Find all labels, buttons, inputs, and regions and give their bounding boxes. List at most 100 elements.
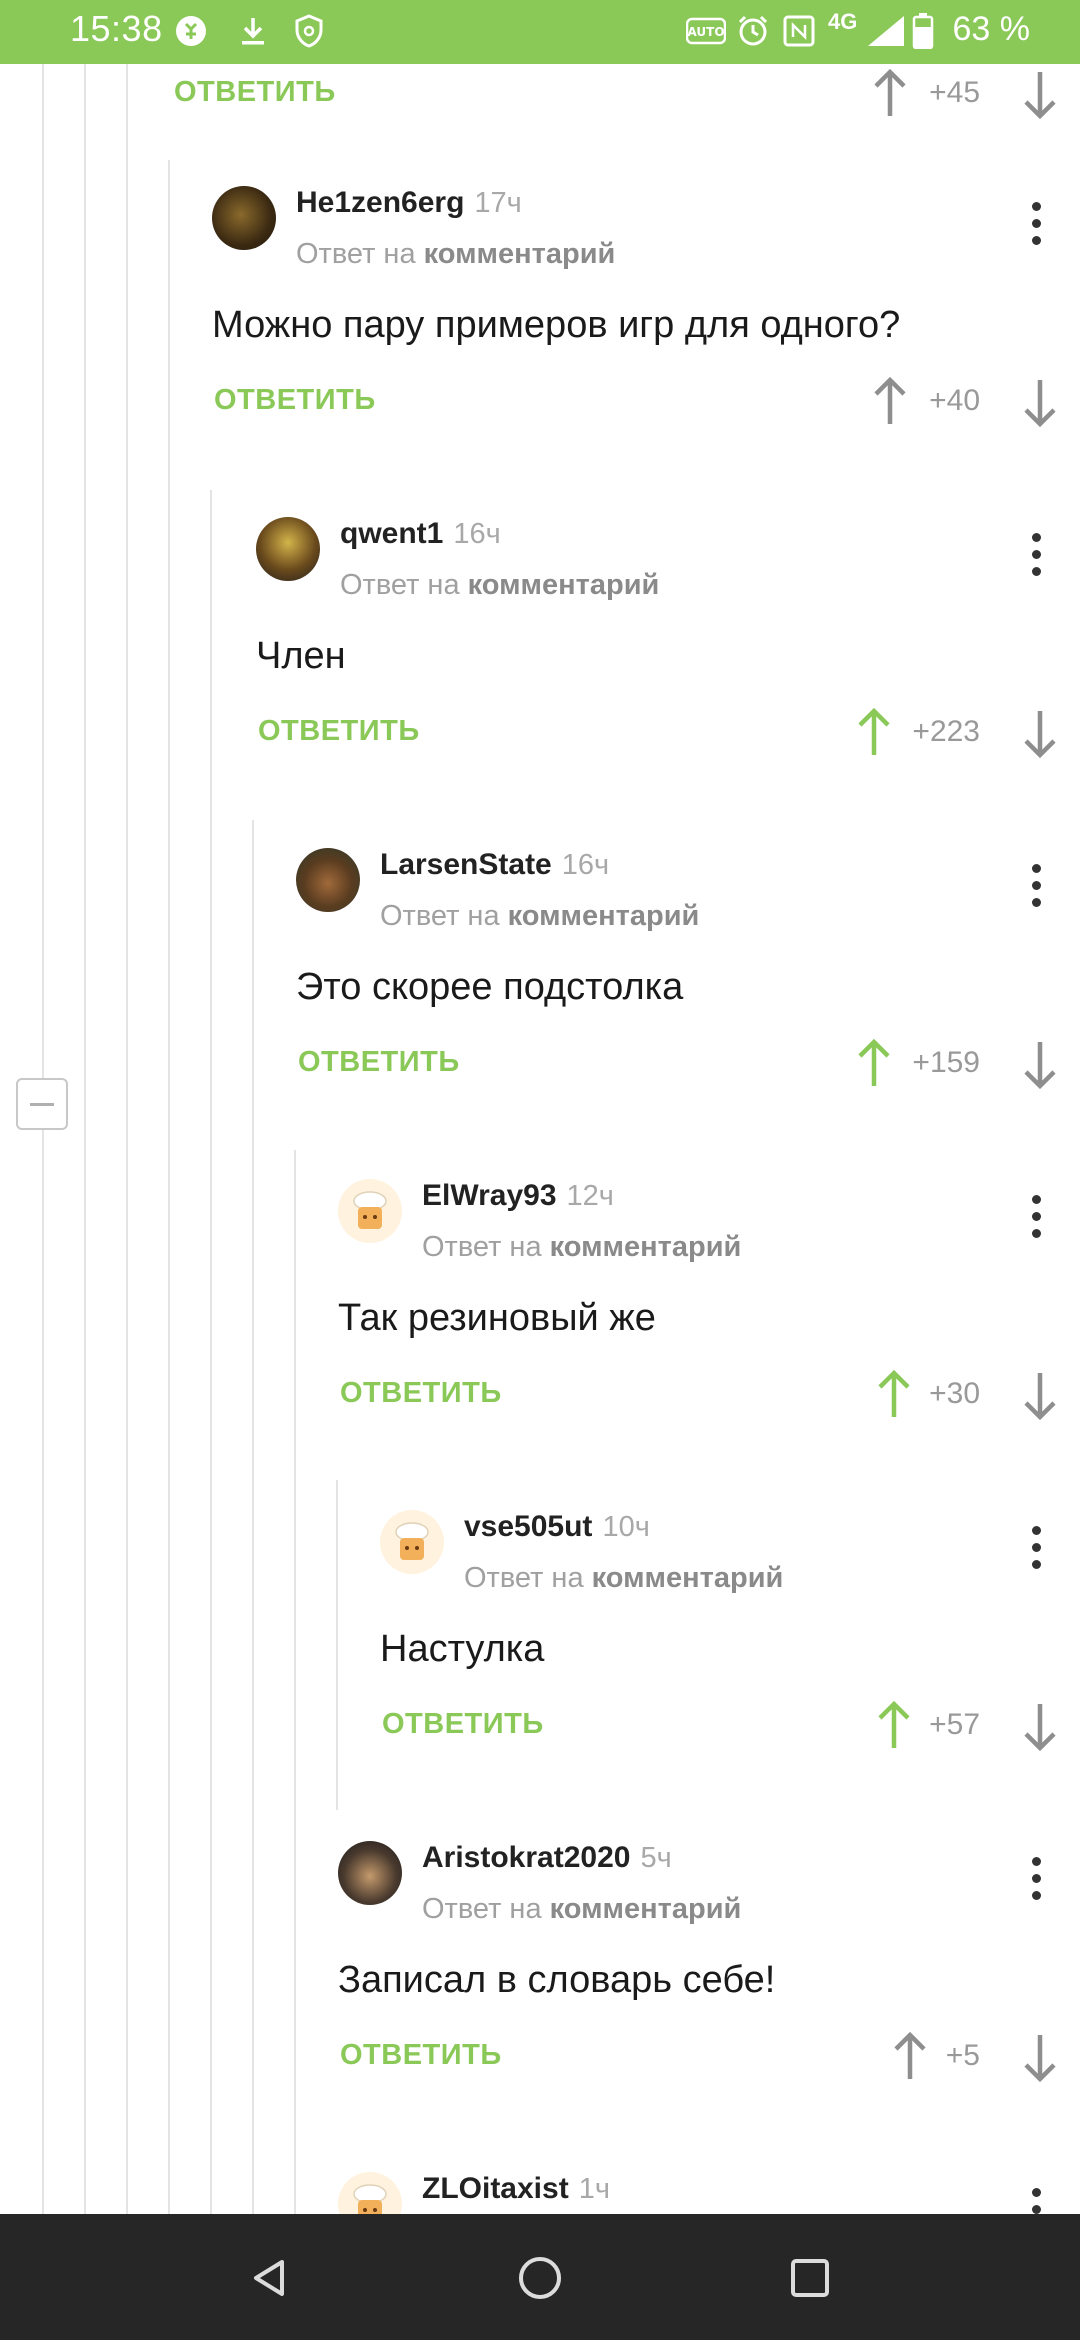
upvote-icon[interactable] (854, 703, 894, 763)
more-options-icon[interactable] (1032, 533, 1042, 577)
status-bar: 15:38 AUTO 4G 63 % (0, 0, 1080, 64)
upvote-icon[interactable] (890, 2027, 930, 2087)
downvote-icon[interactable] (1020, 703, 1060, 763)
comment-time: 1ч (578, 2173, 610, 2205)
comment-time: 16ч (561, 849, 610, 881)
comment-time: 5ч (640, 1842, 672, 1874)
reply-target-link[interactable]: комментарий (550, 1893, 742, 1925)
reply-target-link[interactable]: комментарий (550, 1231, 742, 1263)
collapse-thread-button[interactable] (16, 1078, 68, 1130)
reply-to-line: Ответ на комментарий (464, 1562, 783, 1595)
battery-percent: 63 % (952, 10, 1031, 48)
downvote-icon[interactable] (1020, 1034, 1060, 1094)
author-label[interactable]: LarsenState (380, 848, 552, 881)
reply-to-line: Ответ на комментарий (340, 569, 659, 602)
author-label[interactable]: He1zen6erg (296, 186, 464, 219)
author-name[interactable]: ElWray93 12ч (422, 1179, 614, 1213)
author-label[interactable]: ElWray93 (422, 1179, 557, 1212)
avatar[interactable] (296, 848, 360, 912)
downvote-icon[interactable] (1020, 372, 1060, 432)
author-label[interactable]: qwent1 (340, 517, 443, 550)
thread-line (252, 820, 254, 2214)
reply-button[interactable]: ОТВЕТИТЬ (214, 384, 376, 417)
more-options-icon[interactable] (1032, 1195, 1042, 1239)
vote-controls: +45 (830, 64, 1080, 124)
comment-text: Можно пару примеров игр для одного? (212, 304, 901, 346)
reply-prefix: Ответ на (340, 569, 460, 601)
vote-controls: +30 (830, 1365, 1080, 1425)
avatar[interactable] (380, 1510, 444, 1574)
reply-to-line: Ответ на комментарий (422, 1893, 741, 1926)
more-options-icon[interactable] (1032, 1526, 1042, 1570)
upvote-icon[interactable] (874, 1365, 914, 1425)
comment-text: Настулка (380, 1628, 545, 1670)
vote-controls: +223 (830, 703, 1080, 763)
author-name[interactable]: Aristokrat2020 5ч (422, 1841, 672, 1875)
vote-controls: +5 (830, 2027, 1080, 2087)
reply-target-link[interactable]: комментарий (424, 238, 616, 270)
avatar[interactable] (212, 186, 276, 250)
reply-to-line: Ответ на комментарий (380, 900, 699, 933)
reply-target-link[interactable]: комментарий (592, 1562, 784, 1594)
author-label[interactable]: ZLOitaxist (422, 2172, 569, 2205)
avatar[interactable] (256, 517, 320, 581)
avatar[interactable] (338, 1841, 402, 1905)
avatar[interactable] (338, 1179, 402, 1243)
more-options-icon[interactable] (1032, 864, 1042, 908)
vote-score: +223 (912, 715, 980, 748)
upvote-icon[interactable] (854, 1034, 894, 1094)
reply-button[interactable]: ОТВЕТИТЬ (298, 1046, 460, 1079)
thread-line (42, 64, 44, 2214)
comment-time: 17ч (474, 187, 522, 219)
reply-button[interactable]: ОТВЕТИТЬ (382, 1708, 544, 1741)
author-name[interactable]: ZLOitaxist 1ч (422, 2172, 610, 2206)
reply-to-line: Ответ на комментарий (422, 1231, 741, 1264)
reply-button[interactable]: ОТВЕТИТЬ (258, 715, 420, 748)
comment-text: Это скорее подстолка (296, 966, 684, 1008)
reply-prefix: Ответ на (380, 900, 500, 932)
thread-line (126, 64, 128, 2214)
author-label[interactable]: Aristokrat2020 (422, 1841, 630, 1874)
upvote-icon[interactable] (874, 1696, 914, 1756)
thread-line (168, 160, 170, 2214)
downvote-icon[interactable] (1020, 1696, 1060, 1756)
alarm-icon (736, 14, 770, 48)
comment-time: 12ч (566, 1180, 614, 1212)
downvote-icon[interactable] (1020, 2027, 1060, 2087)
comment-text: Записал в словарь себе! (338, 1959, 776, 2001)
reply-to-line: Ответ на комментарий (296, 238, 615, 271)
nfc-icon (782, 14, 816, 48)
reply-button[interactable]: ОТВЕТИТЬ (340, 2039, 502, 2072)
back-icon[interactable] (246, 2254, 294, 2302)
thread-line (336, 1480, 338, 1810)
downvote-icon[interactable] (1020, 64, 1060, 124)
more-options-icon[interactable] (1032, 1857, 1042, 1901)
recents-icon[interactable] (786, 2254, 834, 2302)
downvote-icon[interactable] (1020, 1365, 1060, 1425)
reply-button[interactable]: ОТВЕТИТЬ (174, 76, 336, 109)
thread-line (210, 490, 212, 2214)
vote-controls: +40 (830, 372, 1080, 432)
reply-target-link[interactable]: комментарий (468, 569, 660, 601)
more-options-icon[interactable] (1032, 202, 1042, 246)
vote-score: +30 (929, 1377, 980, 1410)
shield-icon (292, 14, 326, 48)
author-label[interactable]: vse505ut (464, 1510, 592, 1543)
vote-score: +57 (929, 1708, 980, 1741)
author-name[interactable]: LarsenState 16ч (380, 848, 609, 882)
reply-prefix: Ответ на (464, 1562, 584, 1594)
author-name[interactable]: vse505ut 10ч (464, 1510, 650, 1544)
upvote-icon[interactable] (870, 64, 910, 124)
navigation-bar (0, 2214, 1080, 2340)
auto-brightness-icon: AUTO (686, 14, 726, 48)
thread-line (294, 1150, 296, 2214)
reply-button[interactable]: ОТВЕТИТЬ (340, 1377, 502, 1410)
reply-target-link[interactable]: комментарий (508, 900, 700, 932)
thread-line (84, 64, 86, 2214)
upvote-icon[interactable] (870, 372, 910, 432)
vote-score: +45 (929, 76, 980, 109)
author-name[interactable]: He1zen6erg 17ч (296, 186, 522, 220)
vote-score: +5 (945, 2039, 980, 2072)
author-name[interactable]: qwent1 16ч (340, 517, 501, 551)
home-icon[interactable] (516, 2254, 564, 2302)
